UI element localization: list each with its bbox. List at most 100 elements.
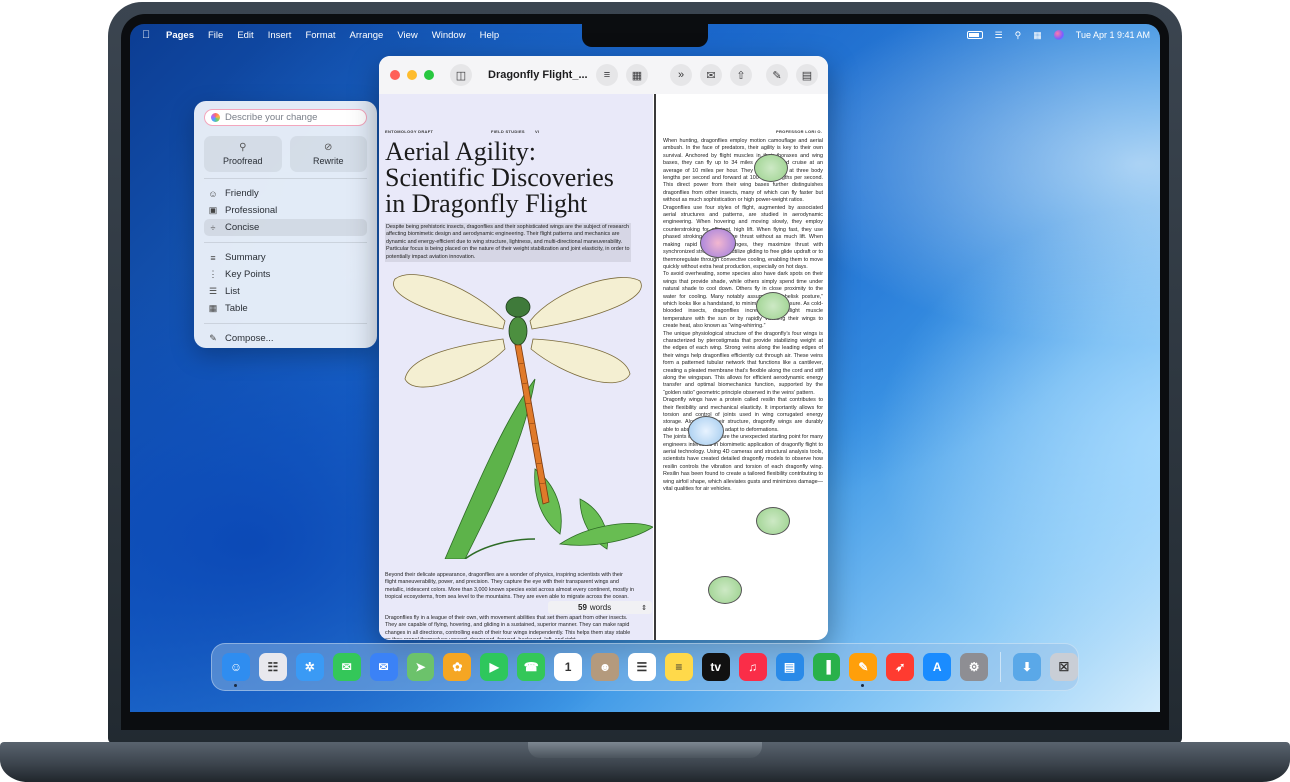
document-page[interactable]: ENTOMOLOGY DRAFT FIELD STUDIES VI Aerial…	[379, 94, 828, 640]
rocket-icon[interactable]: ➶	[886, 653, 915, 681]
minimize-window-button[interactable]	[407, 70, 417, 80]
tone-professional[interactable]: ▣ Professional	[204, 202, 367, 219]
compose-button[interactable]: ✎ Compose...	[204, 330, 367, 347]
menu-insert[interactable]: Insert	[268, 30, 292, 41]
close-window-button[interactable]	[390, 70, 400, 80]
reminders-icon[interactable]: ☰	[627, 653, 656, 681]
word-count-popover[interactable]: 59 words ⇕	[548, 601, 652, 614]
safari-icon[interactable]: ✲	[295, 653, 324, 681]
toolbar-actions: ≡ ▦ » ✉ ⇧ ✎ ▤	[596, 64, 818, 86]
tone-concise-label: Concise	[225, 222, 260, 233]
describe-change-placeholder: Describe your change	[225, 112, 318, 123]
window-toolbar: ◫ Dragonfly Flight_... ≡ ▦ » ✉ ⇧ ✎ ▤	[379, 56, 828, 94]
word-count-value: 59	[578, 603, 587, 612]
phone-icon[interactable]: ☎	[517, 653, 546, 681]
menu-window[interactable]: Window	[432, 30, 466, 41]
menu-file[interactable]: File	[208, 30, 223, 41]
format-table-label: Table	[225, 303, 248, 314]
format-brush-icon[interactable]: ✎	[766, 64, 788, 86]
photos-icon[interactable]: ✿	[443, 653, 472, 681]
contacts-icon[interactable]: ☻	[591, 653, 619, 681]
body-paragraph-1[interactable]: Beyond their delicate appearance, dragon…	[385, 572, 635, 602]
insert-table-icon[interactable]: ▦	[626, 64, 648, 86]
zoom-window-button[interactable]	[424, 70, 434, 80]
selected-lede-paragraph[interactable]: Despite being prehistoric insects, drago…	[385, 223, 631, 263]
app-store-icon[interactable]: A	[923, 653, 952, 681]
menu-app-name[interactable]: Pages	[166, 30, 194, 41]
format-summary[interactable]: ≡ Summary	[204, 249, 367, 266]
butterfly-thumbnail	[688, 416, 724, 446]
divider	[204, 242, 367, 243]
menu-arrange[interactable]: Arrange	[350, 30, 384, 41]
battery-icon[interactable]	[966, 31, 983, 39]
dragonfly-illustration	[393, 274, 653, 559]
control-center-icon[interactable]: ▦	[1033, 30, 1042, 41]
pencil-icon: ✎	[209, 333, 217, 343]
rewrite-button[interactable]: ⊘ Rewrite	[289, 136, 367, 172]
briefcase-icon: ▣	[208, 205, 218, 215]
format-key-points[interactable]: ⋮ Key Points	[204, 266, 367, 283]
format-table[interactable]: ▦ Table	[204, 300, 367, 317]
right-body-text[interactable]: When hunting, dragonflies employ motion …	[663, 138, 823, 636]
rewrite-label: Rewrite	[312, 156, 344, 166]
summary-icon: ≡	[210, 252, 216, 263]
describe-change-input[interactable]: Describe your change	[204, 109, 367, 126]
running-indicator	[861, 684, 865, 687]
format-key-points-label: Key Points	[225, 269, 271, 280]
menu-edit[interactable]: Edit	[237, 30, 253, 41]
compress-icon: ÷	[210, 222, 216, 233]
launchpad-icon[interactable]: ☷	[258, 653, 287, 681]
messages-icon[interactable]: ✉	[332, 653, 361, 681]
menu-format[interactable]: Format	[305, 30, 335, 41]
right-column: PROFESSOR LORI O. When hunting, dragonfl…	[654, 94, 828, 640]
stepper-chevron-icon[interactable]: ⇕	[641, 604, 647, 612]
numbers-icon[interactable]: ▐	[812, 653, 841, 681]
divider	[204, 323, 367, 324]
menu-clock[interactable]: Tue Apr 1 9:41 AM	[1076, 30, 1150, 40]
mail-icon[interactable]: ✉	[369, 653, 398, 681]
beetle-thumbnail	[756, 292, 790, 320]
apple-menu-icon[interactable]: 	[142, 29, 152, 41]
writing-tools-panel: Describe your change ⚲ Proofread ⊘ Rewri…	[194, 101, 377, 348]
music-icon[interactable]: ♫	[738, 653, 767, 681]
body-paragraph-2[interactable]: Dragonflies fly in a league of their own…	[385, 615, 635, 639]
format-text-icon[interactable]: ≡	[596, 64, 618, 86]
trash-icon[interactable]: ☒	[1049, 653, 1078, 681]
siri-icon[interactable]	[1053, 30, 1064, 40]
facetime-icon[interactable]: ▶	[480, 653, 509, 681]
divider	[204, 178, 367, 179]
calendar-icon[interactable]: 1	[554, 653, 583, 681]
downloads-folder-icon[interactable]: ⬇	[1013, 653, 1041, 681]
beetle-thumbnail	[756, 507, 790, 535]
pages-icon[interactable]: ✎	[849, 653, 878, 687]
document-inspector-icon[interactable]: ▤	[796, 64, 818, 86]
magnifier-icon: ⚲	[239, 142, 247, 153]
left-column: ENTOMOLOGY DRAFT FIELD STUDIES VI Aerial…	[379, 94, 653, 640]
notes-icon[interactable]: ≡	[664, 653, 693, 681]
dock-divider	[1000, 652, 1002, 682]
spotlight-search-icon[interactable]: ⚲	[1015, 30, 1022, 41]
share-icon[interactable]: ⇧	[730, 64, 752, 86]
comment-icon[interactable]: ✉	[700, 64, 722, 86]
document-title[interactable]: Dragonfly Flight_...	[488, 69, 588, 81]
finder-icon[interactable]: ☺	[222, 653, 250, 687]
word-count-unit: words	[589, 603, 612, 612]
camera-notch	[582, 24, 708, 47]
more-tools-chevron-icon[interactable]: »	[670, 64, 692, 86]
desktop:  Pages File Edit Insert Format Arrange …	[130, 24, 1160, 712]
proofread-button[interactable]: ⚲ Proofread	[204, 136, 282, 172]
sidebar-toggle-icon[interactable]: ◫	[450, 64, 472, 86]
running-head: FIELD STUDIES	[491, 129, 525, 134]
system-settings-icon[interactable]: ⚙	[960, 653, 989, 681]
tone-friendly[interactable]: ☺ Friendly	[204, 185, 367, 202]
tone-friendly-label: Friendly	[225, 188, 259, 199]
tv-icon[interactable]: tv	[701, 653, 730, 681]
menu-help[interactable]: Help	[480, 30, 500, 41]
tone-concise[interactable]: ÷ Concise	[204, 219, 367, 236]
menu-view[interactable]: View	[397, 30, 417, 41]
keynote-icon[interactable]: ▤	[775, 653, 804, 681]
format-list[interactable]: ☰ List	[204, 283, 367, 300]
maps-icon[interactable]: ➤	[406, 653, 435, 681]
table-icon: ▦	[208, 303, 218, 313]
wifi-icon[interactable]: ☰	[995, 30, 1003, 41]
